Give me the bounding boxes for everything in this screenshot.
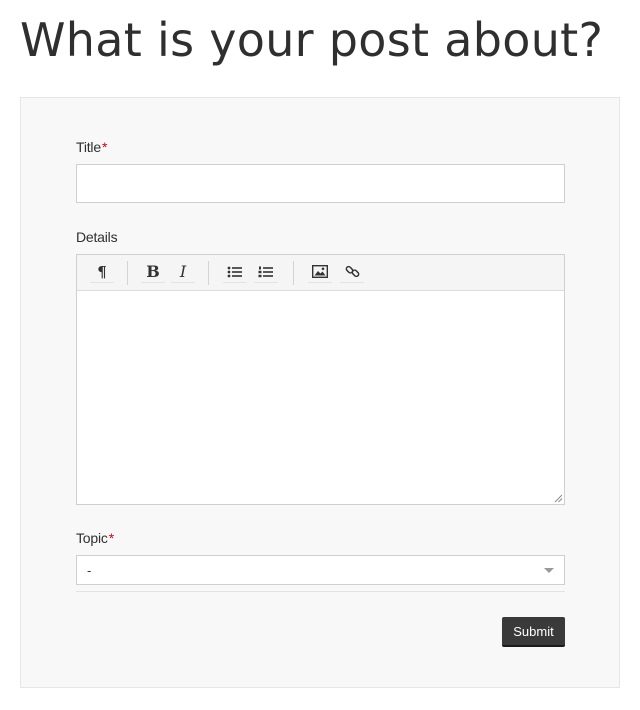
divider	[76, 591, 565, 592]
link-icon	[345, 265, 359, 278]
details-editor: ¶ B I	[76, 254, 565, 505]
toolbar-divider	[127, 261, 128, 285]
topic-label: Topic*	[76, 530, 114, 546]
resize-grip-icon[interactable]	[554, 494, 563, 503]
page-title: What is your post about?	[20, 13, 604, 67]
insert-image-button[interactable]	[308, 261, 332, 283]
toolbar-divider	[293, 261, 294, 285]
paragraph-format-button[interactable]: ¶	[90, 261, 114, 283]
chevron-down-icon	[544, 568, 554, 573]
required-mark: *	[108, 530, 114, 546]
details-textarea[interactable]	[77, 291, 564, 504]
topic-selected-value: -	[87, 563, 92, 578]
paragraph-icon: ¶	[97, 262, 107, 281]
title-label-text: Title	[76, 139, 101, 155]
bold-icon: B	[146, 262, 160, 281]
details-label: Details	[76, 229, 118, 245]
italic-icon: I	[179, 262, 187, 281]
numbered-list-icon	[258, 266, 273, 277]
image-icon	[312, 265, 328, 278]
title-label: Title*	[76, 139, 107, 155]
bulleted-list-button[interactable]	[223, 261, 247, 283]
topic-select[interactable]: -	[76, 555, 565, 585]
editor-toolbar: ¶ B I	[77, 255, 564, 291]
post-form: Title* Details ¶ B I Topic* - Submit	[20, 97, 620, 688]
required-mark: *	[101, 139, 108, 155]
italic-button[interactable]: I	[171, 261, 195, 283]
submit-button[interactable]: Submit	[502, 617, 565, 647]
numbered-list-button[interactable]	[254, 261, 278, 283]
details-label-text: Details	[76, 229, 118, 245]
title-input[interactable]	[76, 164, 565, 203]
toolbar-divider	[208, 261, 209, 285]
insert-link-button[interactable]	[340, 261, 364, 283]
topic-label-text: Topic	[76, 530, 108, 546]
bulleted-list-icon	[227, 266, 242, 277]
bold-button[interactable]: B	[141, 261, 165, 283]
